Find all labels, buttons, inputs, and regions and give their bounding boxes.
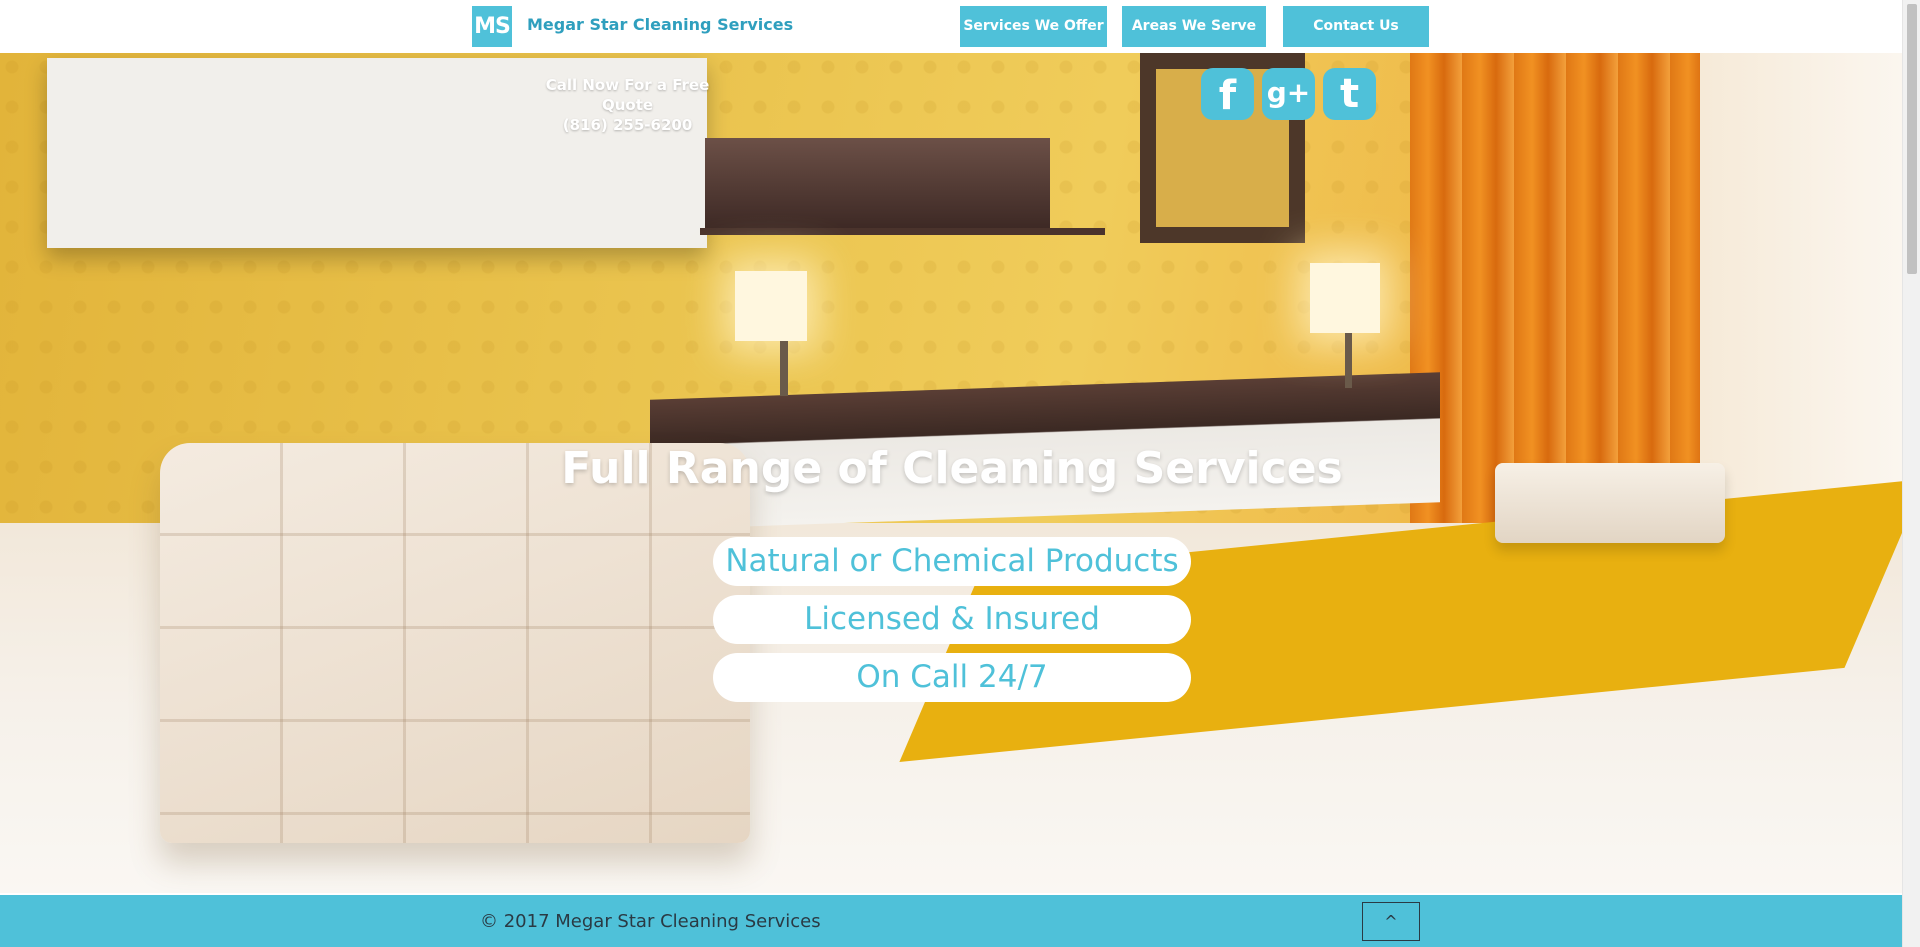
nav-services-button[interactable]: Services We Offer (960, 6, 1107, 47)
feature-pill: Licensed & Insured (713, 595, 1191, 644)
scrollbar-thumb[interactable] (1907, 4, 1917, 274)
twitter-icon[interactable]: t (1323, 68, 1376, 120)
sofa-cushions (160, 443, 750, 843)
logo[interactable]: MS (472, 6, 512, 47)
hero-title: Full Range of Cleaning Services (561, 443, 1343, 494)
free-quote-callout: Call Now For a Free Quote (816) 255-6200 (520, 75, 735, 135)
facebook-icon[interactable]: f (1201, 68, 1254, 120)
lamp-right (1310, 263, 1380, 333)
feature-pill: On Call 24/7 (713, 653, 1191, 702)
lamp-left-stem (780, 341, 788, 396)
wall-shelf (705, 138, 1050, 233)
back-to-top-button[interactable]: ^ (1362, 902, 1420, 941)
nav-areas-button[interactable]: Areas We Serve (1122, 6, 1266, 47)
feature-pill: Natural or Chemical Products (713, 537, 1191, 586)
google-plus-icon[interactable]: g+ (1262, 68, 1315, 120)
chevron-up-icon: ^ (1384, 912, 1398, 931)
site-header: MS Megar Star Cleaning Services Services… (0, 0, 1902, 53)
lamp-right-stem (1345, 333, 1352, 388)
copyright-text: © 2017 Megar Star Cleaning Services (480, 911, 821, 932)
brand-name[interactable]: Megar Star Cleaning Services (527, 15, 793, 34)
nav-contact-button[interactable]: Contact Us (1283, 6, 1429, 47)
vertical-scrollbar[interactable] (1902, 0, 1920, 947)
ottoman (1495, 463, 1725, 543)
shelf-edge (700, 228, 1105, 235)
site-footer: © 2017 Megar Star Cleaning Services ^ (0, 895, 1902, 947)
lamp-left (735, 271, 807, 341)
phone-number[interactable]: (816) 255-6200 (520, 115, 735, 135)
quote-text: Call Now For a Free Quote (545, 76, 710, 114)
